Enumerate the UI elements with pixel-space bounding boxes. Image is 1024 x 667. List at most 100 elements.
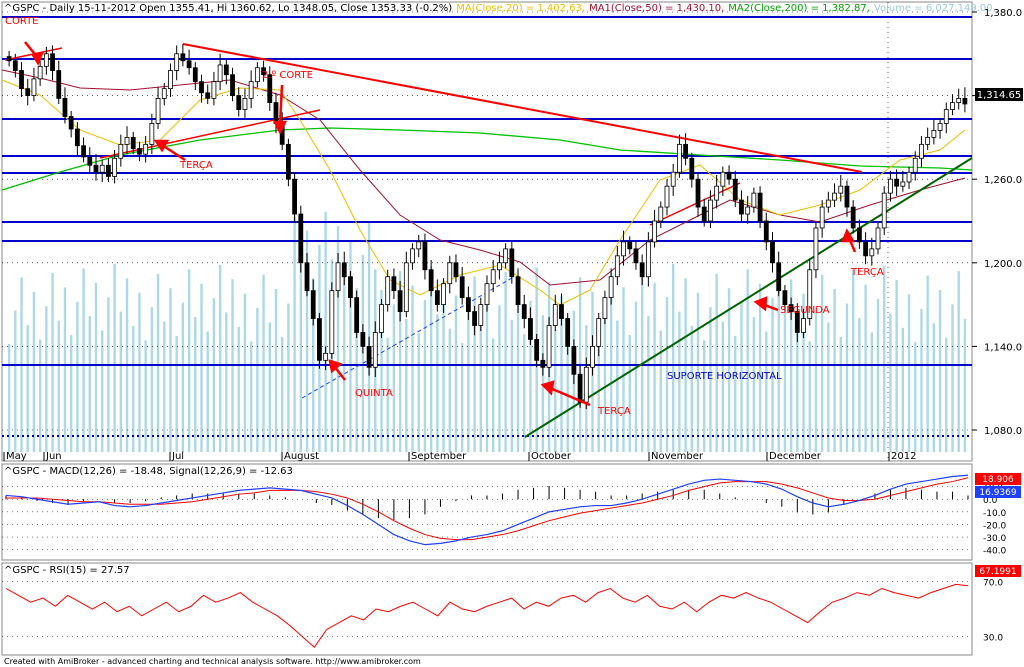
volume-bar	[32, 291, 36, 452]
volume-bar	[194, 317, 197, 452]
volume-bar	[640, 268, 644, 452]
candle-body	[621, 241, 626, 257]
volume-bar	[82, 268, 85, 452]
rsi-y-axis: 70.0 30.0	[2, 579, 1003, 643]
candle-body	[323, 352, 329, 361]
candle-body	[590, 345, 595, 368]
volume-bar	[256, 308, 259, 452]
candle-body	[130, 136, 136, 149]
candle-body	[739, 199, 744, 215]
candle-body	[124, 136, 130, 145]
candle-body	[348, 276, 353, 299]
candle-body	[12, 60, 18, 71]
volume-bar	[293, 216, 296, 452]
candle-body	[472, 311, 477, 326]
candle-body	[19, 70, 24, 90]
volume-bar	[907, 294, 911, 452]
candle-body	[614, 255, 620, 278]
candle-body	[751, 192, 757, 208]
volume-bar	[963, 318, 967, 452]
volume-bar	[833, 289, 836, 452]
candle-body	[217, 64, 223, 83]
volume-bar	[957, 271, 960, 452]
volume-bar	[510, 319, 514, 452]
candle-body	[912, 157, 918, 173]
candle-body	[720, 171, 726, 187]
candle-body	[534, 339, 540, 361]
volume-bar	[454, 295, 458, 452]
candle-body	[701, 206, 707, 222]
candle-body	[757, 192, 763, 222]
candle-body	[298, 213, 304, 264]
candle-body	[776, 262, 782, 292]
candle-body	[695, 178, 701, 208]
rsi-series	[5, 583, 969, 649]
volume-bar	[156, 273, 160, 452]
candle-body	[925, 136, 931, 145]
candle-body	[391, 276, 397, 292]
volume-bar	[616, 320, 619, 452]
volume-bar	[839, 336, 842, 452]
candle-body	[465, 297, 471, 312]
candle-body	[366, 345, 372, 368]
volume-bar	[101, 330, 104, 452]
candle-body	[186, 60, 192, 69]
arrowhead-icon	[753, 296, 768, 312]
candle-body	[956, 97, 962, 103]
volume-bar	[504, 272, 507, 452]
macd-series	[5, 474, 969, 546]
volume-bar	[628, 335, 631, 452]
volume-bar	[926, 275, 929, 452]
volume-bar	[895, 280, 898, 452]
volume-bar	[479, 324, 482, 452]
label-terca1: TERÇA	[179, 160, 213, 171]
candle-body	[540, 359, 546, 368]
candle-body	[962, 97, 968, 105]
candle-body	[248, 81, 254, 99]
candle-body	[453, 262, 459, 278]
candle-body	[490, 269, 496, 285]
header-volume: Volume = 6,027,149.00,	[874, 3, 996, 14]
candle-body	[168, 70, 173, 90]
macd-line	[5, 474, 969, 546]
candle-body	[441, 283, 446, 306]
volume-bar	[88, 316, 91, 452]
candle-body	[801, 318, 806, 333]
arrowhead-icon	[540, 380, 555, 396]
volume-bar	[864, 284, 867, 452]
volume-bar	[343, 273, 346, 452]
volume-bar	[603, 306, 607, 452]
volume-bar	[417, 333, 420, 452]
candle-body	[509, 248, 515, 278]
volume-bar	[721, 321, 725, 452]
macd-badge-text: 18.906	[982, 475, 1014, 485]
volume-bar	[181, 302, 185, 452]
y-tick-label: 1,080.0	[984, 426, 1022, 437]
candle-body	[943, 109, 949, 124]
candle-body	[93, 164, 99, 173]
candle-body	[763, 220, 769, 243]
candle-body	[155, 97, 161, 124]
candle-body	[639, 262, 645, 278]
candle-body	[602, 297, 608, 319]
volume-bar	[653, 282, 656, 452]
candle-body	[552, 304, 558, 326]
stock-chart: CORTE 2.º CORTE TERÇA QUINTA TERÇA SEGUN…	[1, 1, 1023, 666]
candle-body	[137, 148, 142, 155]
last-price-text: 1,314.65	[977, 90, 1022, 101]
y-tick-label: 1,200.0	[984, 259, 1022, 270]
volume-bar	[851, 270, 855, 452]
label-segunda: SEGUNDA	[780, 305, 830, 316]
rsi-line	[5, 583, 969, 649]
volume-bar	[187, 269, 191, 452]
volume-bar	[814, 308, 818, 452]
candle-body	[608, 276, 614, 299]
volume-bar	[920, 308, 923, 452]
header-ma20: MA(Close,20) = 1,402.63,	[456, 3, 585, 14]
x-tick-label: September	[411, 451, 467, 462]
candle-body	[422, 241, 428, 271]
volume-bar	[237, 326, 240, 452]
candle-body	[583, 366, 589, 403]
volume-bar	[889, 313, 892, 452]
candle-body	[434, 290, 440, 305]
